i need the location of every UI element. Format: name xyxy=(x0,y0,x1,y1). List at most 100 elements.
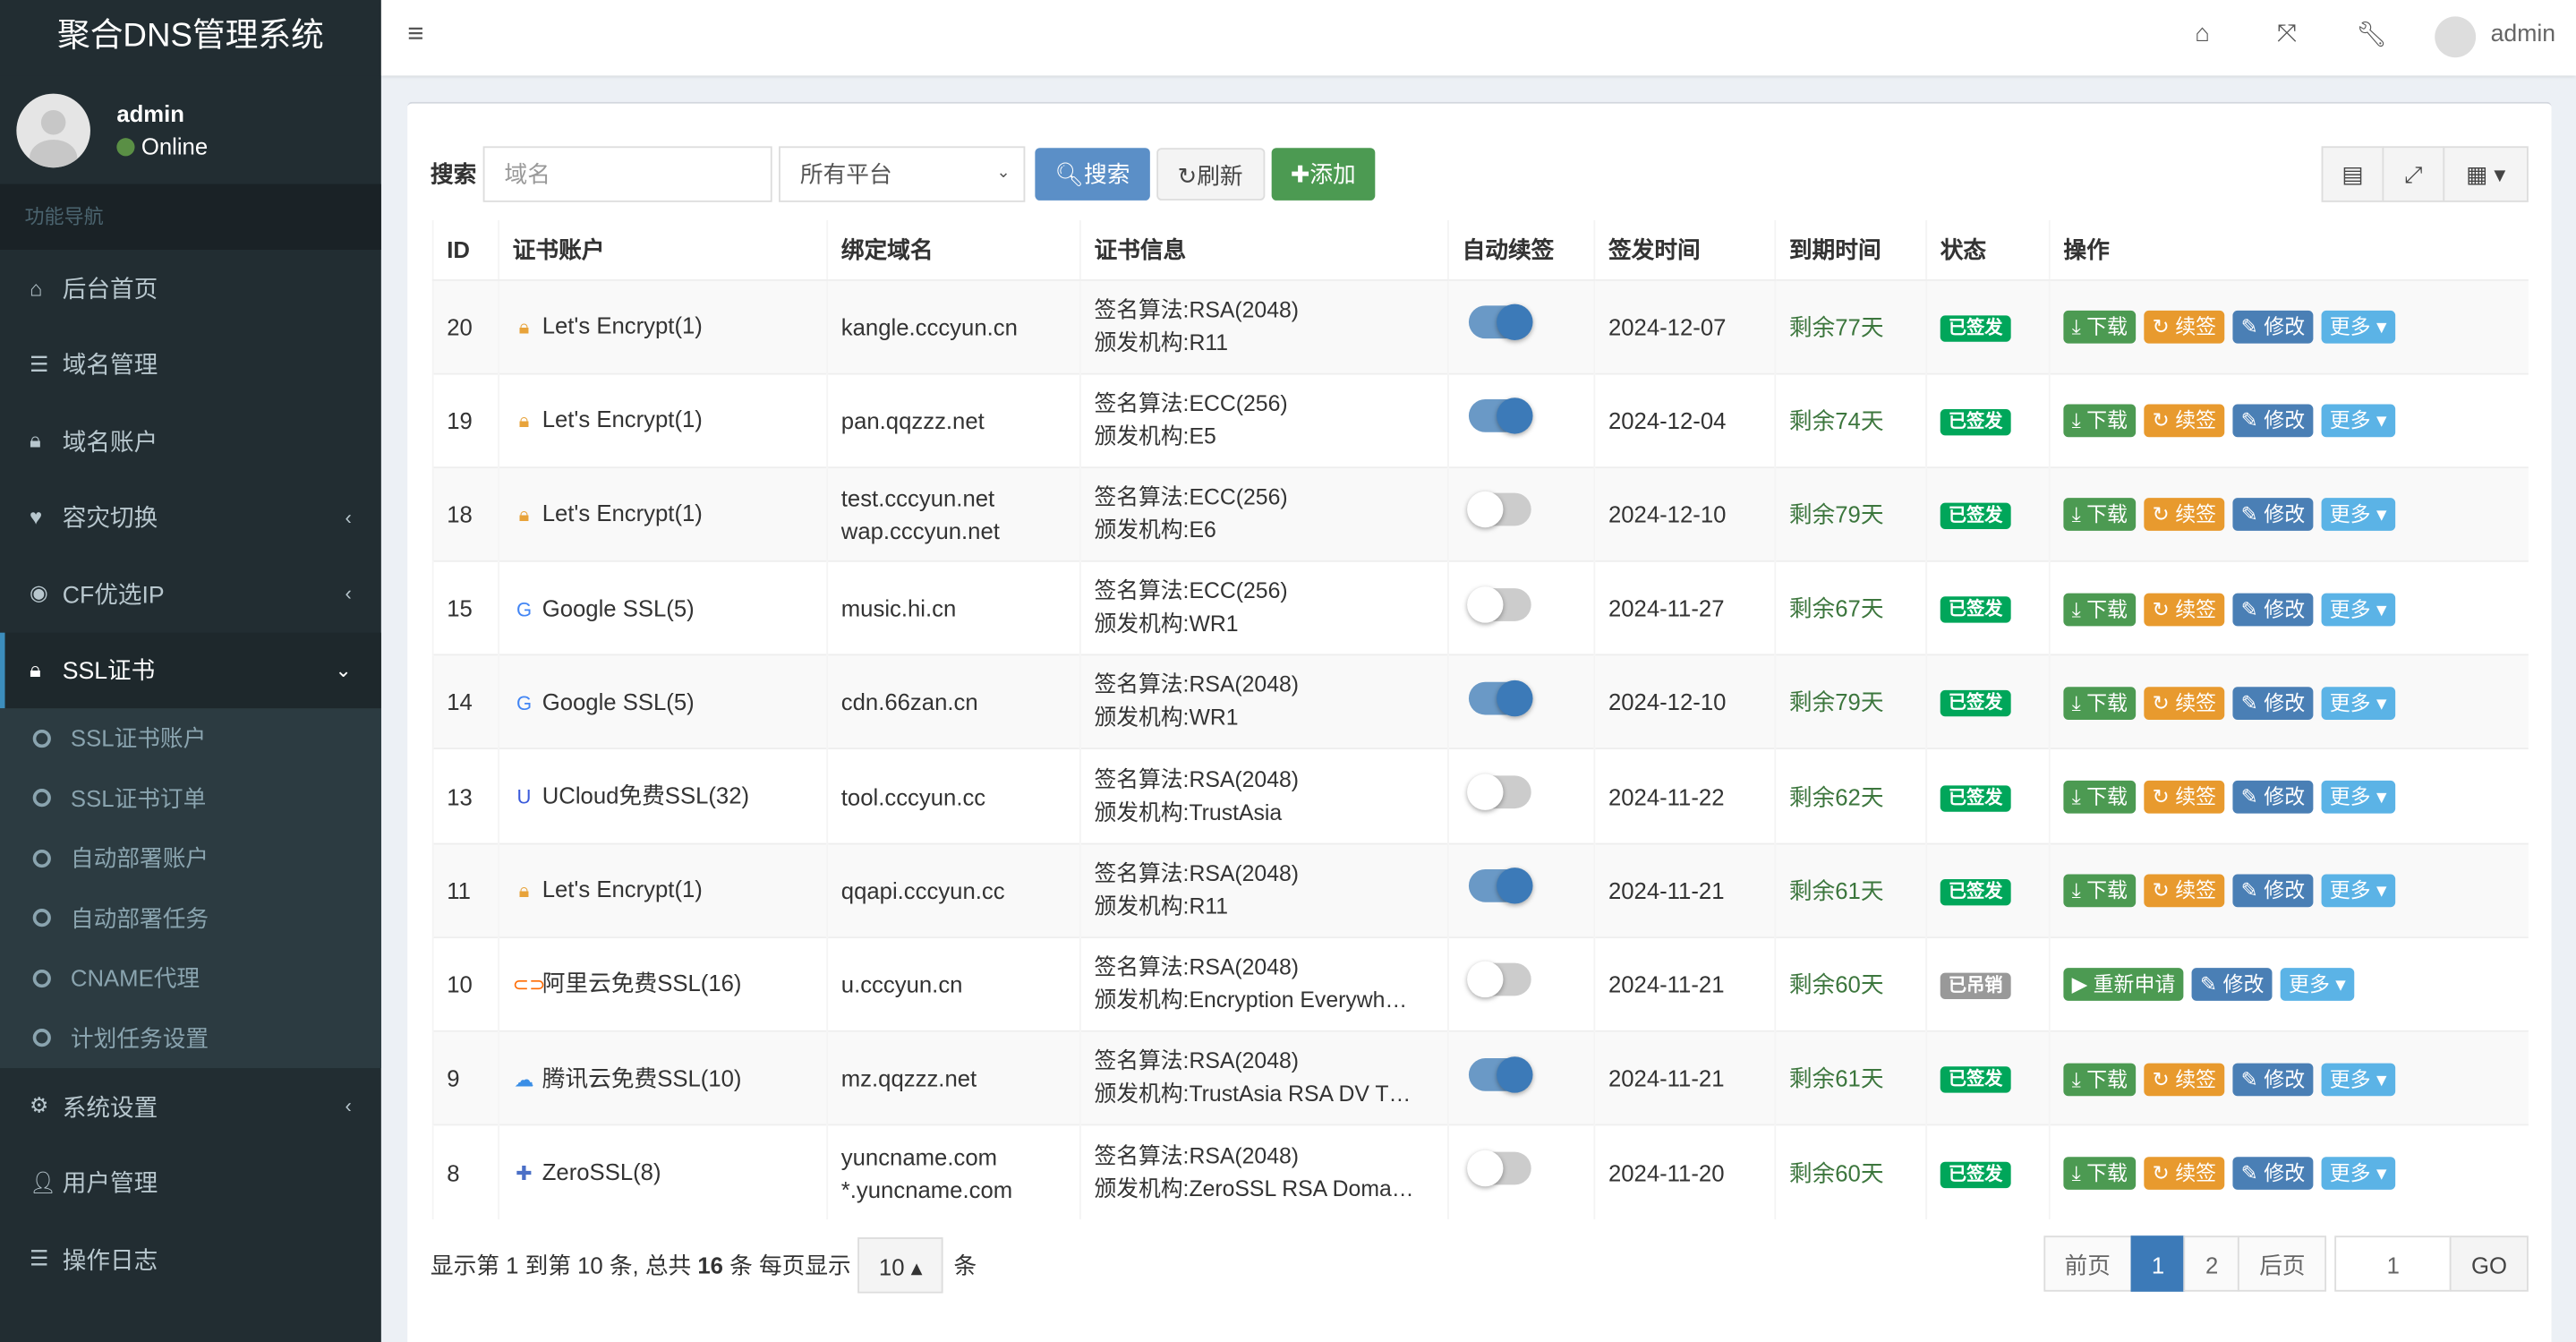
renew-button[interactable]: ↻ 续签 xyxy=(2144,1062,2225,1096)
column-header[interactable]: ID xyxy=(431,219,499,280)
top-user-name[interactable]: admin xyxy=(2491,21,2556,47)
reapply-button[interactable]: ▶ 重新申请 xyxy=(2063,968,2184,1002)
auto-renew-toggle[interactable] xyxy=(1467,586,1531,623)
columns-button[interactable]: ▦ ▾ xyxy=(2443,146,2529,202)
auto-renew-toggle[interactable] xyxy=(1468,397,1533,435)
page-size-select[interactable]: 10 ▴ xyxy=(857,1237,944,1294)
download-button[interactable]: ⤓ 下载 xyxy=(2063,311,2137,344)
column-header[interactable]: 证书账户 xyxy=(498,219,828,280)
sidebar-item-5[interactable]: 🔒︎ SSL证书 ⌄ xyxy=(0,631,381,709)
submenu-item[interactable]: SSL证书账户 xyxy=(0,708,381,768)
sidebar-item-8[interactable]: ☰ 操作日志 xyxy=(0,1221,381,1297)
edit-button[interactable]: ✎ 修改 xyxy=(2232,1062,2314,1096)
auto-renew-toggle[interactable] xyxy=(1467,1150,1531,1187)
page-2-button[interactable]: 2 xyxy=(2184,1235,2240,1292)
more-button[interactable]: 更多 ▾ xyxy=(2321,592,2395,626)
top-avatar[interactable] xyxy=(2435,16,2477,58)
column-header[interactable]: 自动续签 xyxy=(1447,219,1595,280)
next-page-button[interactable]: 后页 xyxy=(2238,1235,2327,1292)
more-button[interactable]: 更多 ▾ xyxy=(2321,686,2395,720)
edit-button[interactable]: ✎ 修改 xyxy=(2232,499,2314,532)
home-icon[interactable]: ⌂ xyxy=(2195,20,2210,47)
submenu-item[interactable]: SSL证书订单 xyxy=(0,768,381,828)
column-header[interactable]: 绑定域名 xyxy=(826,219,1080,280)
fullscreen-table-button[interactable]: ⤢ xyxy=(2382,146,2445,202)
download-button[interactable]: ⤓ 下载 xyxy=(2063,499,2137,532)
refresh-button[interactable]: ↻刷新 xyxy=(1156,148,1265,201)
auto-renew-toggle[interactable] xyxy=(1467,774,1531,810)
column-header[interactable]: 状态 xyxy=(1925,219,2050,280)
edit-button[interactable]: ✎ 修改 xyxy=(2232,311,2314,344)
row-actions: ⤓ 下载 ↻ 续签 ✎ 修改 更多 ▾ xyxy=(2048,654,2529,749)
more-button[interactable]: 更多 ▾ xyxy=(2280,968,2354,1002)
cert-account: 🔒︎ Let's Encrypt(1) xyxy=(498,278,828,374)
auto-renew-toggle[interactable] xyxy=(1468,868,1533,904)
download-button[interactable]: ⤓ 下载 xyxy=(2063,592,2137,626)
download-button[interactable]: ⤓ 下载 xyxy=(2063,874,2137,908)
sidebar-item-0[interactable]: ⌂ 后台首页 xyxy=(0,250,381,326)
edit-button[interactable]: ✎ 修改 xyxy=(2191,968,2273,1002)
edit-button[interactable]: ✎ 修改 xyxy=(2232,405,2314,438)
auto-renew-toggle[interactable] xyxy=(1468,680,1533,716)
renew-button[interactable]: ↻ 续签 xyxy=(2144,686,2225,720)
more-button[interactable]: 更多 ▾ xyxy=(2321,311,2395,344)
edit-button[interactable]: ✎ 修改 xyxy=(2232,874,2314,908)
download-button[interactable]: ⤓ 下载 xyxy=(2063,780,2137,814)
domain-search-input[interactable]: 域名 xyxy=(482,146,772,202)
download-button[interactable]: ⤓ 下载 xyxy=(2063,686,2137,720)
edit-button[interactable]: ✎ 修改 xyxy=(2232,592,2314,626)
cert-id: 15 xyxy=(431,560,499,655)
fullscreen-icon[interactable]: ⤧ xyxy=(2277,20,2297,47)
auto-renew-toggle[interactable] xyxy=(1468,1056,1533,1092)
renew-button[interactable]: ↻ 续签 xyxy=(2144,405,2225,438)
column-header[interactable]: 操作 xyxy=(2048,219,2529,280)
more-button[interactable]: 更多 ▾ xyxy=(2321,499,2395,532)
search-button[interactable]: 🔍︎搜索 xyxy=(1035,148,1150,201)
column-header[interactable]: 到期时间 xyxy=(1774,219,1927,280)
renew-button[interactable]: ↻ 续签 xyxy=(2144,1157,2225,1190)
renew-button[interactable]: ↻ 续签 xyxy=(2144,874,2225,908)
add-button[interactable]: ✚添加 xyxy=(1270,148,1376,201)
download-button[interactable]: ⤓ 下载 xyxy=(2063,1062,2137,1096)
sidebar-item-2[interactable]: 🔒︎ 域名账户 xyxy=(0,403,381,479)
submenu-item[interactable]: 计划任务设置 xyxy=(0,1008,381,1068)
renew-button[interactable]: ↻ 续签 xyxy=(2144,311,2225,344)
submenu-item[interactable]: 自动部署账户 xyxy=(0,828,381,888)
renew-button[interactable]: ↻ 续签 xyxy=(2144,780,2225,814)
sidebar-item-1[interactable]: ☰ 域名管理 xyxy=(0,326,381,402)
column-header[interactable]: 签发时间 xyxy=(1593,219,1776,280)
download-icon: ⤓ xyxy=(2071,1067,2081,1091)
download-button[interactable]: ⤓ 下载 xyxy=(2063,1157,2137,1190)
auto-renew xyxy=(1447,278,1595,374)
sidebar-item-3[interactable]: ♥ 容灾切换 ‹ xyxy=(0,479,381,555)
edit-button[interactable]: ✎ 修改 xyxy=(2232,1157,2314,1190)
more-button[interactable]: 更多 ▾ xyxy=(2321,1062,2395,1096)
sidebar-item-4[interactable]: ◉ CF优选IP ‹ xyxy=(0,555,381,631)
sidebar-item-6[interactable]: ⚙ 系统设置 ‹ xyxy=(0,1068,381,1144)
toggle-view-button[interactable]: ▤ xyxy=(2321,146,2384,202)
page-jump-input[interactable]: 1 xyxy=(2334,1235,2452,1292)
edit-button[interactable]: ✎ 修改 xyxy=(2232,780,2314,814)
go-button[interactable]: GO xyxy=(2450,1235,2529,1292)
more-button[interactable]: 更多 ▾ xyxy=(2321,405,2395,438)
column-header[interactable]: 证书信息 xyxy=(1079,219,1448,280)
edit-button[interactable]: ✎ 修改 xyxy=(2232,686,2314,720)
auto-renew-toggle[interactable] xyxy=(1467,491,1531,529)
more-button[interactable]: 更多 ▾ xyxy=(2321,780,2395,814)
sidebar-item-7[interactable]: 👤︎ 用户管理 xyxy=(0,1144,381,1220)
platform-select[interactable]: 所有平台 ⌄ xyxy=(779,146,1026,202)
submenu-item[interactable]: CNAME代理 xyxy=(0,948,381,1008)
renew-button[interactable]: ↻ 续签 xyxy=(2144,499,2225,532)
auto-renew-toggle[interactable] xyxy=(1468,303,1533,341)
wrench-icon[interactable]: 🔧︎ xyxy=(2356,20,2387,49)
auto-renew-toggle[interactable] xyxy=(1467,962,1531,998)
download-button[interactable]: ⤓ 下载 xyxy=(2063,405,2137,438)
prev-page-button[interactable]: 前页 xyxy=(2043,1235,2132,1292)
submenu-item[interactable]: 自动部署任务 xyxy=(0,888,381,948)
renew-button[interactable]: ↻ 续签 xyxy=(2144,592,2225,626)
page-1-button[interactable]: 1 xyxy=(2129,1235,2186,1292)
more-button[interactable]: 更多 ▾ xyxy=(2321,1157,2395,1190)
menu-toggle-icon[interactable]: ≡ xyxy=(407,18,423,51)
more-button[interactable]: 更多 ▾ xyxy=(2321,874,2395,908)
auto-renew xyxy=(1447,842,1595,937)
